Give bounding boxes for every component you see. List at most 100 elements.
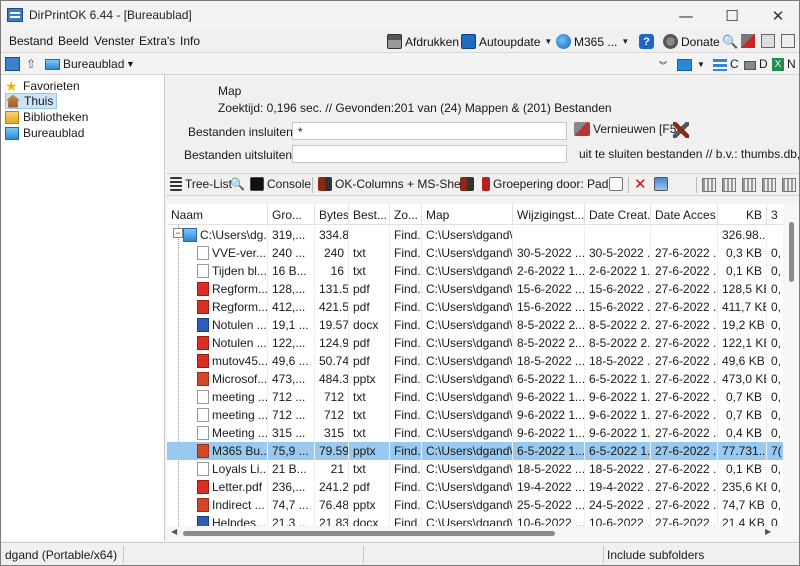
tree-item-favorieten[interactable]: ★ Favorieten <box>5 78 80 94</box>
up-folder-icon[interactable]: ⇧ <box>26 57 38 71</box>
table-row[interactable]: Meeting ... 315 ... 315 txt Find... C:\Users\… <box>167 424 783 442</box>
view-icon[interactable] <box>5 57 20 71</box>
table-cell: C:\Users\dgand\... <box>422 388 513 406</box>
chevron-down-icon[interactable]: ▼ <box>126 59 135 69</box>
cell-text: Find... <box>394 318 421 332</box>
maximize-button[interactable]: ☐ <box>709 1 755 30</box>
table-row[interactable]: VVE-ver... 240 ... 240 txt Find... C:\Users\d… <box>167 244 783 262</box>
table-row[interactable]: Indirect ... 74,7 ... 76.486 pptx Find... C:\… <box>167 496 783 514</box>
column-header[interactable]: Best... <box>349 204 390 225</box>
drive-n-button[interactable]: N <box>787 57 796 71</box>
close-button[interactable]: ✕ <box>755 1 799 30</box>
windows-icon[interactable] <box>761 34 775 48</box>
table-row[interactable]: Microsof... 473,... 484.313 pptx Find... C:\U… <box>167 370 783 388</box>
search-icon[interactable]: 🔍 <box>722 34 738 49</box>
help-button[interactable]: ? <box>639 32 657 51</box>
details-button[interactable] <box>654 177 671 191</box>
scroll-right-icon[interactable]: ▶ <box>765 527 771 536</box>
expand-level-2-icon[interactable] <box>722 178 736 192</box>
minimize-button[interactable]: — <box>663 1 709 30</box>
cell-text: 21 <box>330 462 344 476</box>
menu-beeld[interactable]: Beeld <box>58 34 89 48</box>
column-header[interactable]: Zo... <box>390 204 422 225</box>
chevron-double-down-icon[interactable]: ︾ <box>659 60 667 71</box>
horizontal-scrollbar[interactable]: ◀ ▶ <box>167 526 799 540</box>
expand-level-1-icon[interactable] <box>702 178 716 192</box>
horizontal-scroll-thumb[interactable] <box>183 531 555 536</box>
tools-icon[interactable] <box>673 122 689 138</box>
cell-text: 18-5-2022 ... <box>517 354 585 368</box>
chevron-down-icon[interactable]: ▼ <box>697 60 705 69</box>
table-row[interactable]: Helpdes... 21,3 ... 21.834 docx Find... C:\Us… <box>167 514 783 526</box>
column-header[interactable]: KB <box>718 204 767 225</box>
table-cell: 21 B... <box>268 460 315 478</box>
donate-button[interactable]: Donate <box>663 32 720 51</box>
grouping-icon <box>482 177 490 191</box>
print-button[interactable]: Afdrukken <box>387 32 459 51</box>
refresh-list-button[interactable] <box>609 177 626 191</box>
treelist-button[interactable]: Tree-List <box>170 177 232 191</box>
table-row[interactable]: Tijden bl... 16 B... 16 txt Find... C:\Users\… <box>167 262 783 280</box>
scroll-left-icon[interactable]: ◀ <box>171 527 177 536</box>
tree-item-bibliotheken[interactable]: Bibliotheken <box>5 109 88 125</box>
column-header[interactable]: Naam <box>167 204 268 225</box>
table-row[interactable]: meeting ... 712 ... 712 txt Find... C:\Users\… <box>167 406 783 424</box>
table-row[interactable]: M365 Bu... 75,9 ... 79.597... pptx Find... C:… <box>167 442 783 460</box>
cell-text: pptx <box>353 444 376 458</box>
exclude-input[interactable] <box>292 145 567 163</box>
cell-text: 712 ... <box>272 408 306 422</box>
address-location[interactable]: Bureaublad <box>63 57 124 71</box>
table-cell: 421.518 <box>315 298 349 316</box>
drive-list-icon[interactable] <box>713 59 727 71</box>
autoupdate-button[interactable]: Autoupdate ▼ <box>461 32 552 51</box>
vertical-scrollbar[interactable] <box>783 204 799 526</box>
remove-icon[interactable] <box>741 34 755 48</box>
cell-text: 27-6-2022 ... <box>655 408 718 422</box>
group-tool-button[interactable] <box>460 177 477 191</box>
table-row[interactable]: meeting ... 712 ... 712 txt Find... C:\Users\… <box>167 388 783 406</box>
file-name-cell: Microsof... <box>197 370 268 388</box>
search-tool-button[interactable]: 🔍 <box>230 177 245 191</box>
expand-level-5-icon[interactable] <box>782 178 796 192</box>
column-header[interactable]: Gro... <box>268 204 315 225</box>
column-header[interactable]: Date Acces... <box>651 204 718 225</box>
cell-text: 326.98... <box>722 228 767 242</box>
table-cell: 19.579 <box>315 316 349 334</box>
delete-icon[interactable]: ✕ <box>634 175 647 193</box>
column-header[interactable]: 3 <box>767 204 783 225</box>
include-input[interactable]: * <box>292 122 567 140</box>
table-row[interactable]: Loyals Li... 21 B... 21 txt Find... C:\Users\… <box>167 460 783 478</box>
table-row[interactable]: C:\Users\dg... 319,... 334.83... Find... C:\… <box>167 226 783 244</box>
vertical-scroll-thumb[interactable] <box>789 222 794 282</box>
table-cell: 0, <box>767 316 783 334</box>
table-row[interactable]: Notulen ... 19,1 ... 19.579 docx Find... C:\U… <box>167 316 783 334</box>
menu-info[interactable]: Info <box>180 34 200 48</box>
column-header[interactable]: Date Creat... <box>585 204 651 225</box>
expand-level-3-icon[interactable] <box>742 178 756 192</box>
m365-button[interactable]: M365 ... ▼ <box>556 32 629 51</box>
window-icon[interactable] <box>781 34 795 48</box>
drive-d-button[interactable]: D <box>759 57 768 71</box>
drive-c-button[interactable]: C <box>730 57 739 71</box>
menu-extras[interactable]: Extra's <box>139 34 175 48</box>
tree-item-bureaublad[interactable]: Bureaublad <box>5 125 84 141</box>
expand-level-4-icon[interactable] <box>762 178 776 192</box>
table-row[interactable]: mutov45... 49,6 ... 50.746 pdf Find... C:\Use… <box>167 352 783 370</box>
grouping-button[interactable]: Groepering door: Pad <box>482 177 608 191</box>
column-header[interactable]: Bytes <box>315 204 349 225</box>
column-header[interactable]: Wijzigingst... <box>513 204 585 225</box>
table-row[interactable]: Letter.pdf 236,... 241.217 pdf Find... C:\Use… <box>167 478 783 496</box>
monitor-icon[interactable] <box>677 59 692 71</box>
cell-text: 0, <box>771 498 782 512</box>
menu-venster[interactable]: Venster <box>94 34 135 48</box>
table-row[interactable]: Notulen ... 122,... 124.982 pdf Find... C:\Us… <box>167 334 783 352</box>
menu-bestand[interactable]: Bestand <box>9 34 53 48</box>
column-header[interactable]: Map <box>422 204 513 225</box>
cell-text: 0, <box>771 336 782 350</box>
console-button[interactable]: Console <box>250 177 311 191</box>
okcolumns-button[interactable]: OK-Columns + MS-Shell <box>318 177 466 191</box>
tree-item-thuis[interactable]: Thuis <box>5 93 58 109</box>
table-row[interactable]: Regform... 412,... 421.518 pdf Find... C:\Use… <box>167 298 783 316</box>
refresh-button[interactable]: Vernieuwen [F5] <box>574 122 680 136</box>
table-row[interactable]: Regform... 128,... 131.550 pdf Find... C:\Use… <box>167 280 783 298</box>
